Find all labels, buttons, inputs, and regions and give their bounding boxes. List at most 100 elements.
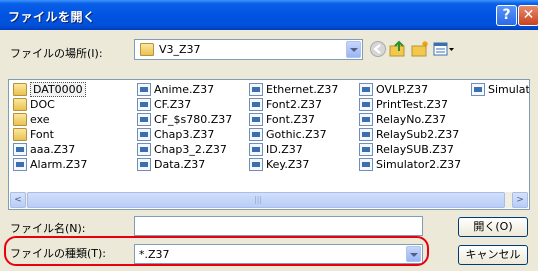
file-name: RelaySUB.Z37: [376, 143, 454, 156]
back-icon[interactable]: [369, 40, 387, 58]
list-item[interactable]: DOC: [13, 97, 87, 112]
file-icon: [359, 143, 373, 156]
list-item[interactable]: Simulat: [471, 82, 530, 97]
new-folder-icon[interactable]: [411, 40, 429, 58]
list-item[interactable]: Gothic.Z37: [249, 127, 338, 142]
file-name: OVLP.Z37: [376, 83, 429, 96]
list-item[interactable]: Anime.Z37: [137, 82, 232, 97]
file-icon: [137, 98, 151, 111]
list-item[interactable]: OVLP.Z37: [359, 82, 461, 97]
file-icon: [471, 83, 485, 96]
location-label: ファイルの場所(I):: [10, 47, 103, 60]
list-item[interactable]: exe: [13, 112, 87, 127]
scroll-right-button[interactable]: >: [512, 192, 528, 208]
file-name: Simulator2.Z37: [376, 158, 462, 171]
file-icon: [359, 158, 373, 171]
file-icon: [249, 98, 263, 111]
up-folder-icon[interactable]: [389, 40, 407, 58]
file-name: Ethernet.Z37: [266, 83, 339, 96]
list-item[interactable]: Alarm.Z37: [13, 157, 87, 172]
file-name: Chap3.Z37: [154, 128, 215, 141]
help-button[interactable]: ?: [496, 5, 517, 26]
list-item[interactable]: Key.Z37: [249, 157, 338, 172]
title-bar[interactable]: ファイルを開く ? ✕: [0, 0, 538, 30]
file-icon: [359, 98, 373, 111]
list-item[interactable]: CF.Z37: [137, 97, 232, 112]
file-icon: [137, 128, 151, 141]
file-icon: [249, 113, 263, 126]
list-item[interactable]: CF_$s780.Z37: [137, 112, 232, 127]
file-name: Gothic.Z37: [266, 128, 327, 141]
close-icon: ✕: [522, 7, 535, 23]
file-name: CF_$s780.Z37: [154, 113, 233, 126]
list-item[interactable]: Chap3_2.Z37: [137, 142, 232, 157]
folder-icon: [13, 98, 27, 111]
file-icon: [137, 83, 151, 96]
file-icon: [249, 83, 263, 96]
list-item[interactable]: RelayNo.Z37: [359, 112, 461, 127]
folder-icon: [13, 128, 27, 141]
file-column-1: DAT0000 DOC exe Font aaa.Z37 Alarm.Z37: [13, 82, 87, 172]
scroll-left-button[interactable]: <: [10, 192, 26, 208]
list-item[interactable]: Font: [13, 127, 87, 142]
folder-icon: [140, 43, 154, 56]
scrollbar-thumb[interactable]: |||: [27, 192, 505, 208]
file-name: Anime.Z37: [154, 83, 215, 96]
folder-icon: [13, 83, 27, 96]
filename-input[interactable]: [134, 216, 423, 236]
file-name: Font2.Z37: [266, 98, 322, 111]
file-icon: [249, 128, 263, 141]
list-item[interactable]: Ethernet.Z37: [249, 82, 338, 97]
view-menu-icon[interactable]: [433, 40, 455, 58]
list-item[interactable]: RelaySUB.Z37: [359, 142, 461, 157]
file-column-5: Simulat: [471, 82, 530, 97]
file-name: aaa.Z37: [30, 143, 76, 156]
file-name: DAT0000: [30, 82, 86, 97]
list-item[interactable]: PrintTest.Z37: [359, 97, 461, 112]
list-item[interactable]: Font2.Z37: [249, 97, 338, 112]
file-icon: [249, 158, 263, 171]
file-name: Alarm.Z37: [30, 158, 88, 171]
file-name: Simulat: [488, 83, 530, 96]
file-icon: [137, 158, 151, 171]
file-icon: [249, 143, 263, 156]
file-name: exe: [30, 113, 50, 126]
list-item[interactable]: aaa.Z37: [13, 142, 87, 157]
list-item[interactable]: Chap3.Z37: [137, 127, 232, 142]
list-item[interactable]: Font.Z37: [249, 112, 338, 127]
file-icon: [359, 113, 373, 126]
open-button[interactable]: 開く(O): [458, 217, 528, 237]
chevron-down-icon[interactable]: [346, 41, 361, 58]
file-name: ID.Z37: [266, 143, 303, 156]
open-file-dialog: ファイルを開く ? ✕ ファイルの場所(I): V3_Z37 DAT0000 D: [0, 0, 538, 271]
chevron-right-icon: >: [516, 195, 524, 205]
file-icon: [13, 143, 27, 156]
file-icon: [359, 83, 373, 96]
cancel-button[interactable]: キャンセル: [458, 245, 528, 265]
dialog-title: ファイルを開く: [8, 10, 96, 24]
list-item[interactable]: DAT0000: [13, 82, 87, 97]
file-icon: [359, 128, 373, 141]
location-value: V3_Z37: [159, 43, 201, 56]
help-icon: ?: [502, 7, 511, 23]
file-name: Chap3_2.Z37: [154, 143, 227, 156]
folder-icon: [13, 113, 27, 126]
list-item[interactable]: Simulator2.Z37: [359, 157, 461, 172]
list-item[interactable]: RelaySub2.Z37: [359, 127, 461, 142]
file-icon: [137, 113, 151, 126]
open-button-label: 開く(O): [473, 220, 513, 233]
file-name: PrintTest.Z37: [376, 98, 448, 111]
list-item[interactable]: ID.Z37: [249, 142, 338, 157]
file-name: Font: [30, 128, 54, 141]
grip-icon: |||: [254, 195, 263, 204]
chevron-left-icon: <: [14, 195, 22, 205]
close-button[interactable]: ✕: [518, 5, 538, 26]
file-name: CF.Z37: [154, 98, 192, 111]
file-name: Key.Z37: [266, 158, 310, 171]
list-item[interactable]: Data.Z37: [137, 157, 232, 172]
file-list[interactable]: DAT0000 DOC exe Font aaa.Z37 Alarm.Z37 A…: [8, 79, 530, 210]
file-icon: [13, 158, 27, 171]
horizontal-scrollbar[interactable]: < ||| >: [10, 192, 528, 208]
location-dropdown[interactable]: V3_Z37: [134, 39, 363, 60]
file-name: RelaySub2.Z37: [376, 128, 460, 141]
